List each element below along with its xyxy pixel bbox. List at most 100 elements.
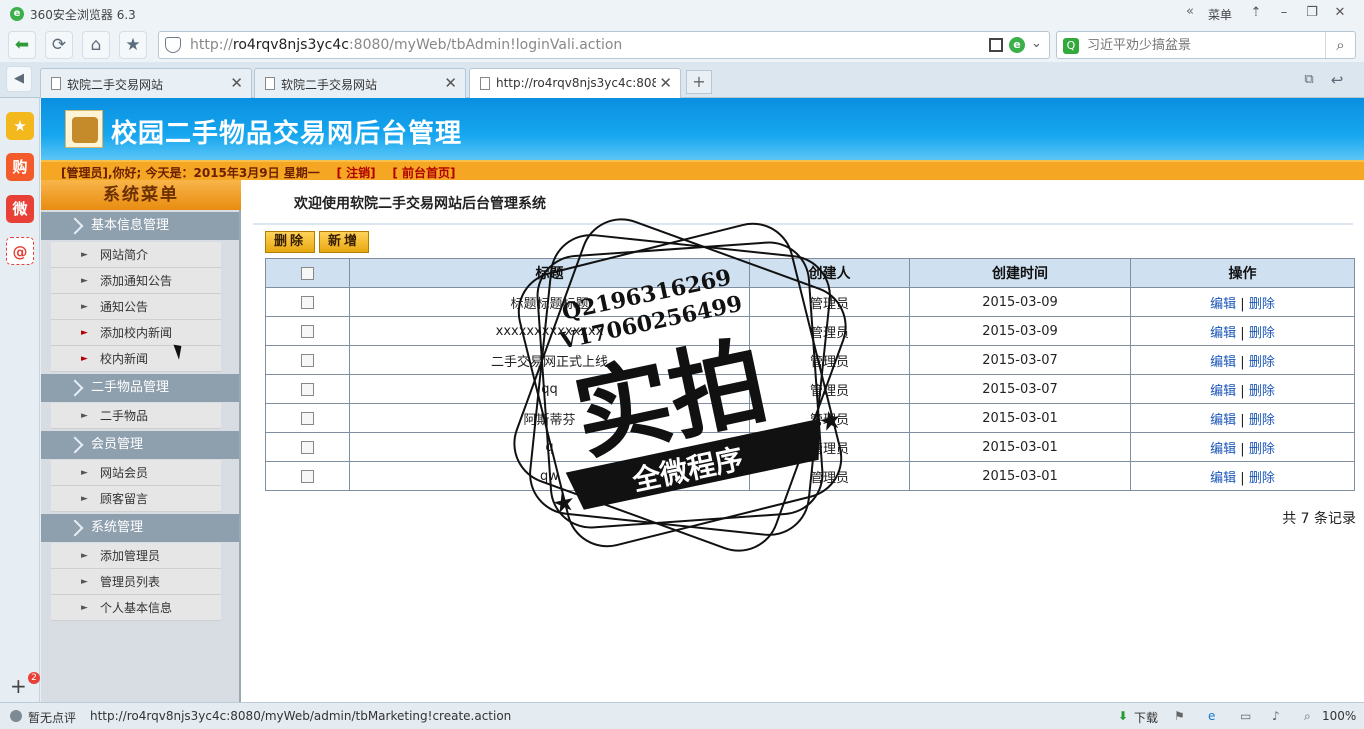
menu-item-admin-list[interactable]: ► 管理员列表 [51, 569, 221, 595]
skin-icon[interactable]: ⇡ [1244, 3, 1268, 23]
browser-sidebar: ★ 购 微 @ + 2 [0, 98, 40, 702]
delete-link[interactable]: 删除 [1249, 442, 1275, 457]
speed-icon[interactable]: ⚑ [1174, 709, 1185, 723]
menu-item-site-members[interactable]: ► 网站会员 [51, 460, 221, 486]
menu-item-site-intro[interactable]: ► 网站简介 [51, 242, 221, 268]
back-icon[interactable]: ⬅ [8, 31, 36, 59]
rating-text[interactable]: 暂无点评 [28, 709, 76, 726]
chevron-down-icon[interactable]: ⌄ [1031, 36, 1042, 51]
menu-item-add-admin[interactable]: ► 添加管理员 [51, 543, 221, 569]
zoom-level[interactable]: 100% [1322, 709, 1356, 723]
refresh-icon[interactable]: ⟳ [45, 31, 73, 59]
zoom-icon[interactable]: ⌕ [1304, 709, 1311, 724]
delete-link[interactable]: 删除 [1249, 384, 1275, 399]
edit-link[interactable]: 编辑 [1210, 297, 1236, 312]
row-creator: 管理员 [749, 432, 910, 462]
undo-close-icon[interactable]: ↩ [1324, 68, 1350, 94]
tab-1[interactable]: 软院二手交易网站 ✕ [40, 68, 252, 98]
download-arrow-icon[interactable]: ⬇ [1118, 709, 1128, 723]
collapse-icon[interactable]: « [1186, 4, 1194, 19]
tab-close-icon[interactable]: ✕ [444, 74, 457, 92]
table-row: xxxxxxxxxxxxxx 管理员 2015-03-09 编辑 | 删除 [265, 316, 1355, 346]
volume-icon[interactable]: ♪ [1272, 709, 1280, 723]
home-icon[interactable]: ⌂ [82, 31, 110, 59]
tab-2[interactable]: 软院二手交易网站 ✕ [254, 68, 466, 98]
arrow-icon: ► [81, 468, 88, 478]
search-input[interactable] [1087, 35, 1317, 55]
favorites-star-icon[interactable]: ★ [6, 112, 34, 140]
edit-link[interactable]: 编辑 [1210, 384, 1236, 399]
delete-link[interactable]: 删除 [1249, 413, 1275, 428]
delete-link[interactable]: 删除 [1249, 355, 1275, 370]
delete-link[interactable]: 删除 [1249, 471, 1275, 486]
row-creator: 管理员 [749, 345, 910, 375]
edit-link[interactable]: 编辑 [1210, 326, 1236, 341]
add-sidebar-icon[interactable]: + [10, 676, 27, 696]
menu-item-add-notice[interactable]: ► 添加通知公告 [51, 268, 221, 294]
row-date: 2015-03-01 [909, 403, 1131, 433]
new-tab-button[interactable]: + [686, 70, 712, 94]
ie-icon[interactable]: e [1208, 709, 1215, 723]
delete-button[interactable]: 删除 [265, 231, 315, 253]
restore-tabs-icon[interactable]: ⧉ [1296, 68, 1322, 94]
menu-item-campus-news[interactable]: ► 校内新闻 [51, 346, 221, 372]
row-checkbox[interactable] [301, 469, 314, 483]
row-checkbox[interactable] [301, 411, 314, 425]
delete-link[interactable]: 删除 [1249, 297, 1275, 312]
menu-group-basic-info[interactable]: 基本信息管理 [41, 212, 239, 240]
menu-item-customer-messages[interactable]: ► 顾客留言 [51, 486, 221, 512]
search-engine-icon[interactable]: Q [1063, 38, 1079, 54]
favorite-star-icon[interactable]: ★ [119, 31, 147, 59]
row-actions: 编辑 | 删除 [1130, 316, 1355, 346]
select-all-checkbox[interactable] [301, 266, 314, 280]
row-creator: 管理员 [749, 461, 910, 491]
restore-icon[interactable]: ❐ [1300, 3, 1324, 23]
row-checkbox[interactable] [301, 324, 314, 338]
edit-link[interactable]: 编辑 [1210, 355, 1236, 370]
address-url[interactable]: http://ro4rqv8njs3yc4c:8080/myWeb/tbAdmi… [190, 37, 622, 53]
tab-close-icon[interactable]: ✕ [230, 74, 243, 92]
row-checkbox[interactable] [301, 382, 314, 396]
search-icon[interactable]: ⌕ [1325, 32, 1355, 58]
news-table: 标题 创建人 创建时间 操作 标题标题标题 管理员 2015-03-09 编辑 | 删… [265, 258, 1355, 491]
edit-link[interactable]: 编辑 [1210, 413, 1236, 428]
menu-group-members[interactable]: 会员管理 [41, 431, 239, 459]
logout-link[interactable]: [ 注销] [337, 166, 376, 180]
delete-link[interactable]: 删除 [1249, 326, 1275, 341]
table-row: 标题标题标题 管理员 2015-03-09 编辑 | 删除 [265, 287, 1355, 317]
row-checkbox[interactable] [301, 295, 314, 309]
row-checkbox[interactable] [301, 440, 314, 454]
row-actions: 编辑 | 删除 [1130, 403, 1355, 433]
email-icon[interactable]: @ [6, 237, 34, 265]
add-button[interactable]: 新增 [319, 231, 369, 253]
menu-header: 系统菜单 [41, 180, 241, 210]
render-mode-icon[interactable]: e [1009, 37, 1025, 53]
security-shield-icon[interactable] [165, 37, 181, 53]
download-label[interactable]: 下载 [1134, 709, 1158, 726]
edit-link[interactable]: 编辑 [1210, 442, 1236, 457]
menu-group-secondhand[interactable]: 二手物品管理 [41, 374, 239, 402]
front-page-link[interactable]: [ 前台首页] [392, 166, 455, 180]
sidebar-toggle-icon[interactable]: ◀ [6, 66, 32, 92]
minimize-icon[interactable]: – [1272, 3, 1296, 23]
edit-link[interactable]: 编辑 [1210, 471, 1236, 486]
weibo-icon[interactable]: 微 [6, 195, 34, 223]
browser-menu-button[interactable]: 菜单 [1208, 6, 1232, 23]
search-box[interactable]: Q ⌕ [1056, 31, 1356, 59]
column-actions: 操作 [1130, 258, 1355, 288]
qr-code-icon[interactable] [989, 38, 1003, 52]
address-bar[interactable]: http://ro4rqv8njs3yc4c:8080/myWeb/tbAdmi… [158, 31, 1050, 59]
menu-item-notices[interactable]: ► 通知公告 [51, 294, 221, 320]
shopping-icon[interactable]: 购 [6, 153, 34, 181]
row-checkbox[interactable] [301, 353, 314, 367]
close-icon[interactable]: ✕ [1328, 3, 1352, 23]
window-icon[interactable]: ▭ [1240, 709, 1251, 723]
row-title: 二手交易网正式上线 [349, 345, 750, 375]
menu-item-profile[interactable]: ► 个人基本信息 [51, 595, 221, 621]
tab-close-icon[interactable]: ✕ [659, 74, 672, 92]
hover-url: http://ro4rqv8njs3yc4c:8080/myWeb/admin/… [90, 709, 512, 723]
menu-item-secondhand-goods[interactable]: ► 二手物品 [51, 403, 221, 429]
menu-group-system[interactable]: 系统管理 [41, 514, 239, 542]
menu-item-add-campus-news[interactable]: ► 添加校内新闻 [51, 320, 221, 346]
tab-3-active[interactable]: http://ro4rqv8njs3yc4c:8080 ✕ [469, 68, 681, 98]
